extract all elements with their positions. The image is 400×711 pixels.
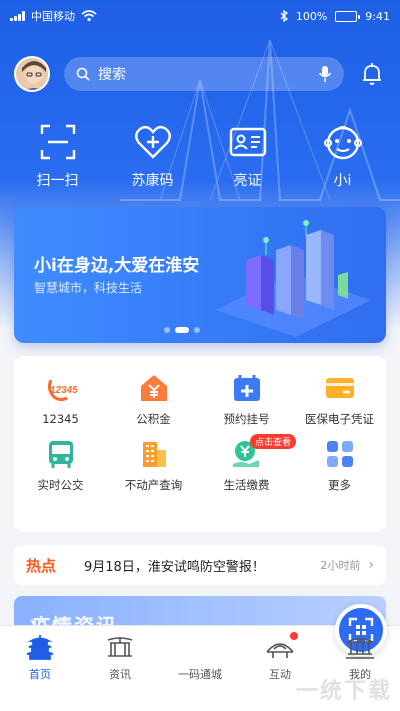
payment-promo-tag: 点击查看 bbox=[250, 434, 297, 449]
signal-icon bbox=[10, 11, 25, 21]
service-12345[interactable]: 12345 12345 bbox=[14, 372, 107, 426]
housing-fund-icon bbox=[140, 375, 167, 401]
news-icon bbox=[107, 637, 133, 657]
banner-subtitle: 智慧城市，科技生活 bbox=[34, 281, 143, 295]
quick-scan[interactable]: 扫一扫 bbox=[18, 122, 98, 190]
hotline-12345-icon: 12345 bbox=[47, 379, 77, 402]
service-medical-card[interactable]: 医保电子凭证 bbox=[293, 372, 386, 426]
robot-icon bbox=[323, 126, 362, 160]
quick-health-code-label: 苏康码 bbox=[131, 173, 174, 189]
building-icon bbox=[142, 442, 166, 467]
quick-assistant[interactable]: 小i bbox=[303, 122, 383, 190]
tab-news-label: 资讯 bbox=[109, 668, 131, 681]
svg-text:12345: 12345 bbox=[50, 385, 77, 396]
service-12345-label: 12345 bbox=[42, 412, 79, 426]
service-more[interactable]: 更多 bbox=[293, 438, 386, 492]
health-heart-icon bbox=[134, 125, 171, 159]
service-appointment-label: 预约挂号 bbox=[223, 412, 270, 426]
scan-icon bbox=[40, 124, 75, 160]
quick-assistant-label: 小i bbox=[333, 173, 352, 189]
avatar[interactable] bbox=[14, 56, 50, 92]
banner-title: 小i在身边,大爱在淮安 bbox=[34, 256, 200, 276]
bus-icon bbox=[48, 441, 73, 468]
top-bar: 搜索 bbox=[14, 55, 386, 93]
service-bus-label: 实时公交 bbox=[37, 478, 84, 492]
pavilion-icon bbox=[346, 638, 374, 659]
id-card-icon bbox=[229, 127, 266, 157]
service-housing-fund-label: 公积金 bbox=[136, 412, 171, 426]
quick-health-code[interactable]: 苏康码 bbox=[113, 122, 193, 190]
clock: 9:41 bbox=[365, 9, 390, 23]
quick-show-id[interactable]: 亮证 bbox=[208, 122, 288, 190]
notification-bell-icon[interactable] bbox=[358, 60, 386, 88]
status-bar: 中国移动 100% 9:41 bbox=[0, 0, 400, 32]
quick-actions: 扫一扫 苏康码 亮证 小i bbox=[0, 122, 400, 190]
service-real-estate-label: 不动产查询 bbox=[124, 478, 183, 492]
service-more-label: 更多 bbox=[328, 478, 351, 492]
carousel-dots bbox=[164, 327, 200, 333]
tab-home-label: 首页 bbox=[29, 668, 51, 681]
bluetooth-icon bbox=[280, 10, 288, 22]
hot-badge: 热点 bbox=[26, 556, 57, 575]
chevron-right-icon: › bbox=[368, 557, 374, 573]
user-avatar-icon bbox=[16, 58, 48, 90]
service-payment-label: 生活缴费 bbox=[223, 478, 270, 492]
service-payment[interactable]: 点击查看 生活缴费 bbox=[200, 434, 297, 492]
quick-scan-label: 扫一扫 bbox=[36, 173, 79, 189]
quick-show-id-label: 亮证 bbox=[233, 173, 262, 189]
search-input[interactable]: 搜索 bbox=[64, 57, 344, 91]
service-appointment[interactable]: 预约挂号 bbox=[200, 372, 293, 426]
bottom-tab-bar: 首页 资讯 一码通城 互动 我的 一统下载 bbox=[0, 604, 400, 711]
more-grid-icon bbox=[326, 441, 353, 467]
services-panel: 12345 12345 公积金 预约挂号 医保电子凭证 实时公交 不动产查询 点… bbox=[14, 356, 386, 532]
hot-news-text: 9月18日，淮安试鸣防空警报！ bbox=[84, 559, 265, 575]
carrier-label: 中国移动 bbox=[31, 10, 75, 23]
hot-news-bar[interactable]: 热点 9月18日，淮安试鸣防空警报！ 2小时前 › bbox=[14, 545, 386, 585]
service-bus[interactable]: 实时公交 bbox=[14, 438, 107, 492]
search-placeholder: 搜索 bbox=[98, 67, 126, 83]
home-pagoda-icon bbox=[26, 635, 54, 660]
medical-card-icon bbox=[325, 378, 354, 398]
battery-percent: 100% bbox=[295, 9, 328, 23]
watermark-logo: 一统下载 bbox=[295, 679, 392, 704]
tab-city-code-label: 一码通城 bbox=[178, 668, 222, 681]
microphone-icon[interactable] bbox=[318, 65, 332, 83]
wifi-icon bbox=[81, 10, 97, 22]
service-medical-card-label: 医保电子凭证 bbox=[305, 412, 374, 426]
tab-interact-label: 互动 bbox=[269, 668, 291, 681]
smart-city-illustration-icon bbox=[216, 220, 371, 337]
skyline-decoration bbox=[120, 39, 400, 201]
promo-banner[interactable]: 小i在身边,大爱在淮安 智慧城市，科技生活 bbox=[14, 207, 386, 343]
tab-city-code[interactable]: 一码通城 bbox=[160, 604, 387, 711]
interact-notification-dot bbox=[290, 632, 298, 640]
search-icon bbox=[76, 67, 90, 81]
hot-news-time: 2小时前 bbox=[320, 559, 361, 572]
service-housing-fund[interactable]: 公积金 bbox=[107, 372, 200, 426]
service-real-estate[interactable]: 不动产查询 bbox=[107, 438, 200, 492]
appointment-icon bbox=[233, 375, 260, 401]
tab-news[interactable]: 资讯 bbox=[80, 626, 160, 711]
tab-home[interactable]: 首页 bbox=[0, 626, 80, 711]
battery-icon bbox=[335, 10, 361, 22]
